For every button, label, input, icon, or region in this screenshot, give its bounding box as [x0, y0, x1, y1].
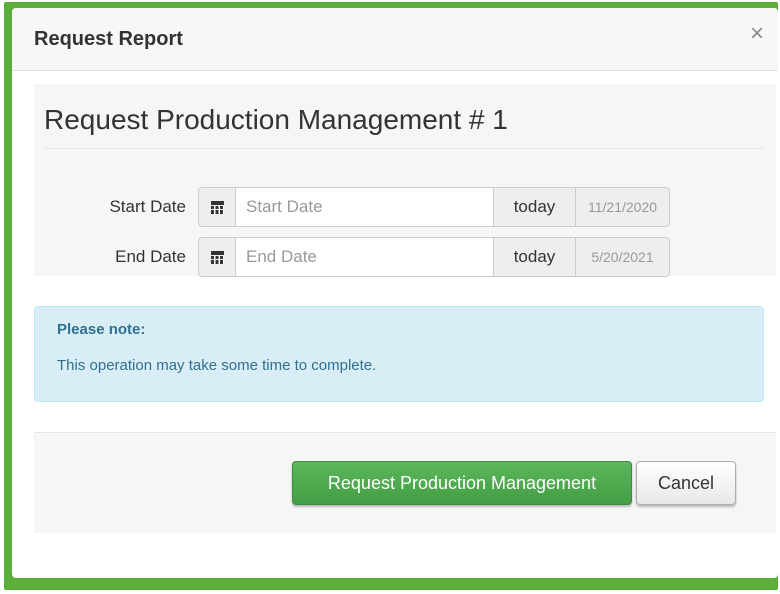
end-date-today-button[interactable]: today	[493, 237, 576, 277]
request-report-modal: Request Report × Request Production Mana…	[12, 8, 778, 578]
start-date-today-button[interactable]: today	[493, 187, 576, 227]
modal-title: Request Report	[34, 28, 183, 50]
start-date-label: Start Date	[109, 197, 186, 216]
calendar-icon	[210, 200, 224, 214]
modal-footer: Request Production Management Cancel	[34, 432, 776, 533]
start-date-input[interactable]	[236, 187, 493, 227]
close-icon[interactable]: ×	[750, 22, 764, 46]
end-date-default: 5/20/2021	[576, 237, 670, 277]
modal-header: Request Report ×	[12, 8, 778, 71]
request-production-management-button[interactable]: Request Production Management	[292, 461, 632, 505]
end-date-input[interactable]	[236, 237, 493, 277]
end-date-calendar-button[interactable]	[198, 237, 236, 277]
alert-title: Please note:	[57, 321, 146, 338]
calendar-icon	[210, 250, 224, 264]
heading-divider	[44, 148, 764, 149]
cancel-button[interactable]: Cancel	[636, 461, 736, 505]
start-date-default: 11/21/2020	[576, 187, 670, 227]
screen: Request Report × Request Production Mana…	[0, 0, 780, 594]
info-alert: Please note: This operation may take som…	[34, 306, 764, 402]
start-date-calendar-button[interactable]	[198, 187, 236, 227]
end-date-label: End Date	[115, 247, 186, 266]
page-title: Request Production Management # 1	[44, 104, 508, 135]
alert-message: This operation may take some time to com…	[57, 357, 377, 374]
report-form: Request Production Management # 1 Start …	[34, 84, 776, 277]
